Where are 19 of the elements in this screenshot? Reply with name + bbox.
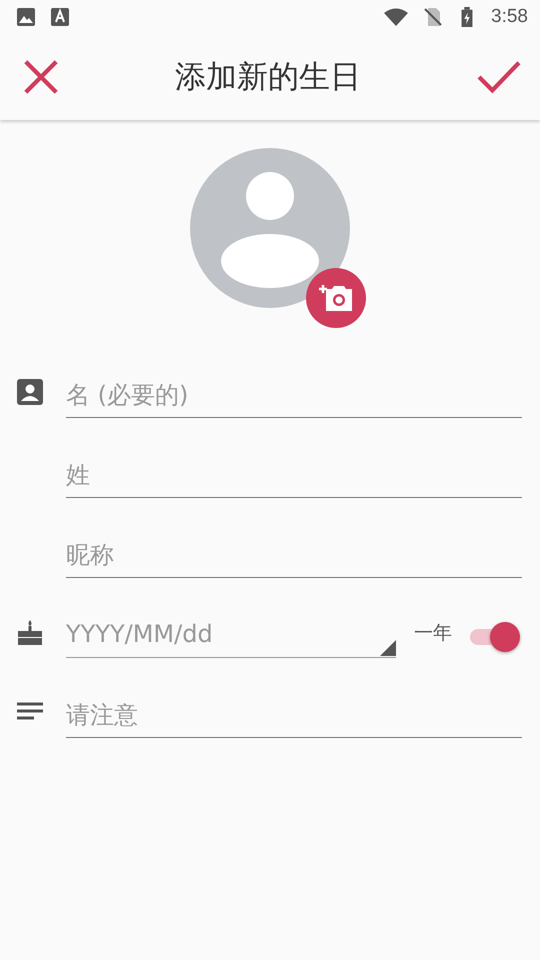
notes-field[interactable]: 请注意 (66, 693, 522, 738)
nickname-field[interactable]: 昵称 (66, 533, 522, 578)
year-switch[interactable] (468, 620, 520, 652)
avatar-placeholder-icon (190, 148, 350, 308)
first-name-field[interactable]: 名 (必要的) (66, 373, 522, 418)
font-icon (50, 7, 70, 27)
year-label: 一年 (414, 621, 452, 646)
cake-icon (16, 618, 44, 646)
dropdown-corner-icon (380, 640, 396, 656)
close-button[interactable] (22, 58, 60, 96)
add-camera-icon (318, 283, 354, 313)
no-sim-icon (423, 7, 444, 27)
image-icon (16, 7, 36, 27)
status-time: 3:58 (491, 6, 528, 28)
screen-title: 添加新的生日 (175, 58, 361, 97)
wifi-icon (383, 7, 410, 27)
date-dropdown[interactable]: YYYY/MM/dd (66, 614, 396, 658)
last-name-field[interactable]: 姓 (66, 453, 522, 498)
contact-icon (16, 378, 44, 406)
